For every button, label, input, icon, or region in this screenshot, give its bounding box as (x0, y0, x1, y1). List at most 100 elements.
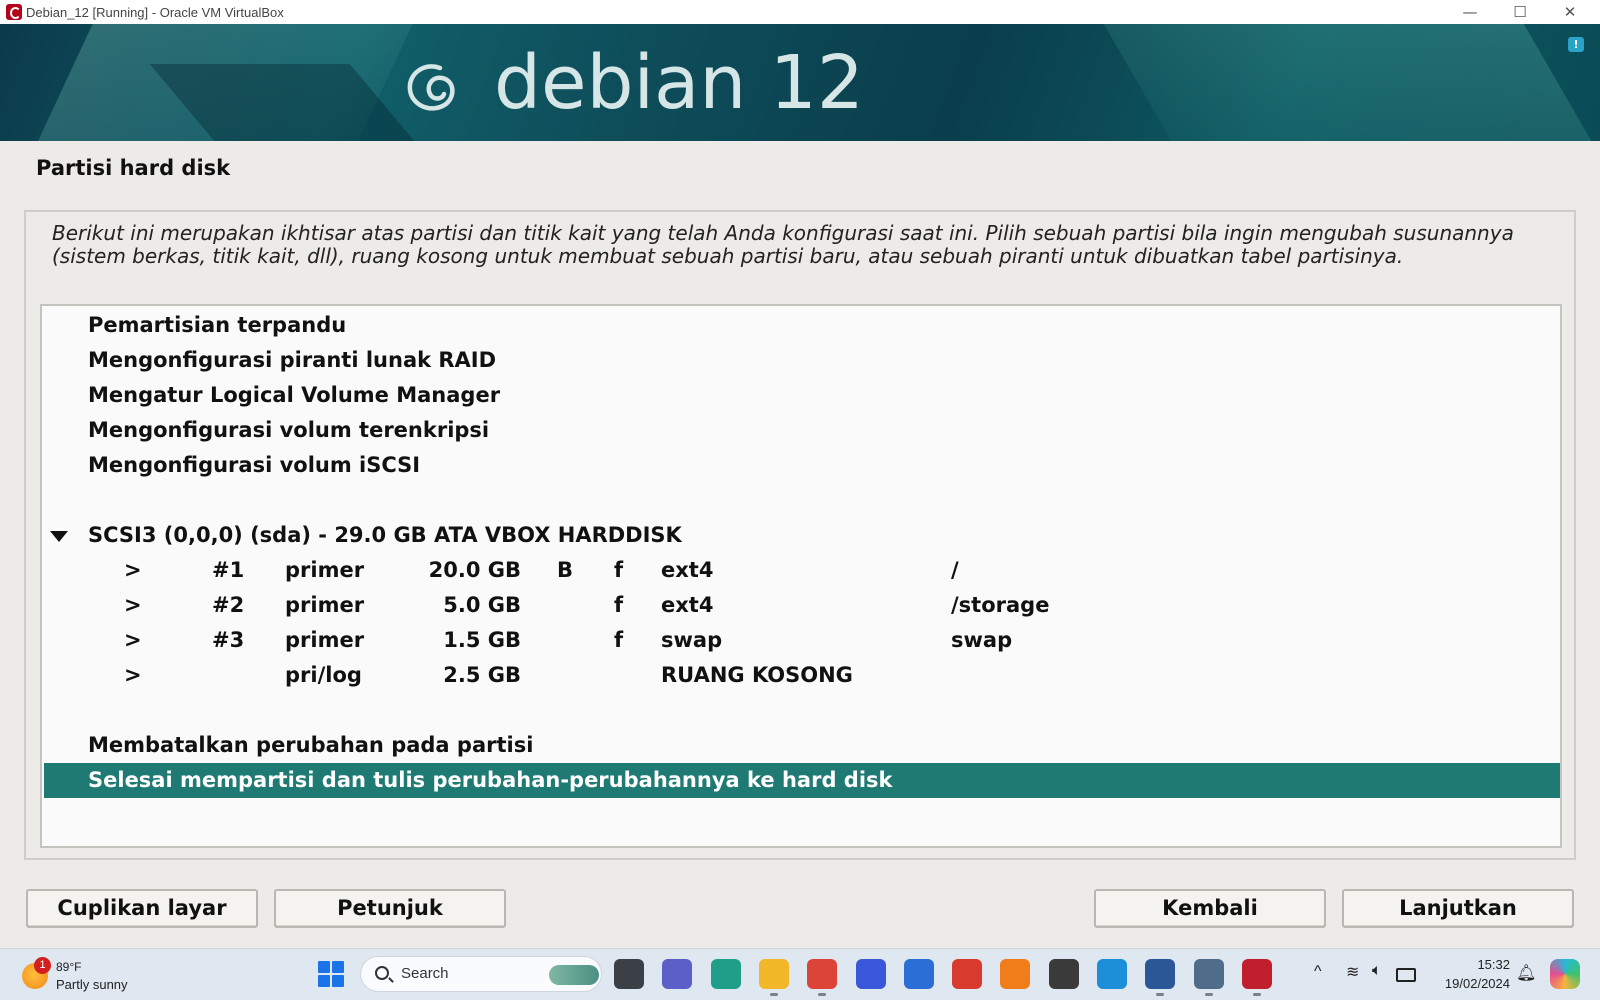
app-orange-icon[interactable] (1000, 959, 1030, 989)
menu-item-label: Mengonfigurasi piranti lunak RAID (88, 348, 497, 372)
partition-format-flag: f (614, 593, 624, 617)
disk-sda-row[interactable]: SCSI3 (0,0,0) (sda) - 29.0 GB ATA VBOX H… (44, 518, 1560, 553)
search-icon (375, 966, 389, 980)
partition-filesystem: ext4 (661, 593, 714, 617)
menu-item-configure-raid[interactable]: Mengonfigurasi piranti lunak RAID (44, 343, 1560, 378)
virtualbox-app-icon (6, 4, 22, 20)
window-titlebar: Debian_12 [Running] - Oracle VM VirtualB… (0, 0, 1600, 24)
help-button[interactable]: Petunjuk (274, 889, 506, 928)
app-m-icon[interactable] (856, 959, 886, 989)
task-view-icon[interactable] (614, 959, 644, 989)
app-green-icon[interactable] (711, 959, 741, 989)
running-indicator (770, 993, 778, 996)
debian-brand: debian 12 (494, 40, 864, 126)
partition-boot-flag: B (557, 558, 574, 582)
partition-type: primer (285, 593, 365, 617)
expand-triangle-icon[interactable] (50, 531, 68, 542)
window-title: Debian_12 [Running] - Oracle VM VirtualB… (26, 4, 284, 20)
show-hidden-icons-button[interactable]: ^ (1314, 963, 1322, 1000)
partition-mountpoint: / (951, 558, 959, 582)
debian-app-icon[interactable] (1242, 959, 1272, 989)
menu-item-configure-iscsi[interactable]: Mengonfigurasi volum iSCSI (44, 448, 1560, 483)
menu-item-configure-lvm[interactable]: Mengatur Logical Volume Manager (44, 378, 1560, 413)
partition-arrow-icon: > (124, 593, 142, 617)
partition-size: 1.5 GB (443, 628, 521, 652)
disk-label: SCSI3 (0,0,0) (sda) - 29.0 GB ATA VBOX H… (88, 523, 682, 547)
page-title: Partisi hard disk (36, 156, 231, 180)
partition-mountpoint: /storage (951, 593, 1050, 617)
running-indicator (1205, 993, 1213, 996)
start-button[interactable] (318, 961, 344, 987)
file-explorer-icon[interactable] (759, 959, 789, 989)
windows-logo-pane (332, 961, 344, 973)
partition-size: 2.5 GB (443, 663, 521, 687)
volume-icon[interactable]: 🔈︎ (1372, 962, 1382, 1000)
partition-size: 20.0 GB (428, 558, 521, 582)
partition-number: #2 (212, 593, 245, 617)
partition-row-1[interactable]: > #1 primer 20.0 GB B f ext4 / (44, 553, 1560, 588)
copilot-icon[interactable] (1550, 959, 1580, 989)
partition-filesystem: ext4 (661, 558, 714, 582)
maximize-button[interactable]: ☐ (1495, 0, 1545, 24)
partition-panel: Berikut ini merupakan ikhtisar atas part… (24, 210, 1576, 860)
partition-row-free-space[interactable]: > pri/log 2.5 GB RUANG KOSONG (44, 658, 1560, 693)
minimize-button[interactable]: — (1445, 0, 1495, 24)
word-icon[interactable] (1145, 959, 1175, 989)
windows-logo-pane (318, 961, 330, 973)
description-text: Berikut ini merupakan ikhtisar atas part… (52, 221, 1514, 268)
debian-swirl-icon (407, 64, 455, 111)
clock-date[interactable]: 19/02/2024 (1436, 976, 1510, 991)
partition-mountpoint: swap (951, 628, 1013, 652)
notification-icon[interactable]: ! (1568, 37, 1584, 52)
partition-type: pri/log (285, 663, 362, 687)
partition-arrow-icon: > (124, 663, 142, 687)
partition-listbox[interactable]: Pemartisian terpandu Mengonfigurasi pira… (40, 304, 1562, 848)
chat-icon[interactable] (662, 959, 692, 989)
partition-number: #3 (212, 628, 245, 652)
clock-time[interactable]: 15:32 (1468, 957, 1510, 972)
wifi-icon[interactable]: ≋ (1346, 962, 1359, 1000)
menu-item-label: Selesai mempartisi dan tulis perubahan-p… (88, 768, 893, 792)
menu-item-configure-encrypted[interactable]: Mengonfigurasi volum terenkripsi (44, 413, 1560, 448)
menu-item-finish-partitioning[interactable]: Selesai mempartisi dan tulis perubahan-p… (44, 763, 1560, 798)
partition-row-3[interactable]: > #3 primer 1.5 GB f swap swap (44, 623, 1560, 658)
menu-item-guided-partitioning[interactable]: Pemartisian terpandu (44, 308, 1560, 343)
menu-item-undo-changes[interactable]: Membatalkan perubahan pada partisi (44, 728, 1560, 763)
weather-widget[interactable]: 1 89°F Partly sunny (20, 957, 140, 995)
search-label: Search (401, 965, 449, 982)
notifications-icon[interactable]: 🔔︎ (1516, 963, 1536, 982)
partition-type: primer (285, 628, 365, 652)
debian-banner: debian 12 ! (0, 24, 1600, 141)
continue-button[interactable]: Lanjutkan (1342, 889, 1574, 928)
app-g-icon[interactable] (1049, 959, 1079, 989)
weather-badge: 1 (34, 957, 51, 974)
partition-arrow-icon: > (124, 558, 142, 582)
weather-temperature: 89°F (56, 960, 82, 974)
battery-icon[interactable] (1396, 968, 1416, 982)
partition-row-2[interactable]: > #2 primer 5.0 GB f ext4 /storage (44, 588, 1560, 623)
partition-filesystem: swap (661, 628, 723, 652)
taskbar-search[interactable]: Search (360, 956, 602, 992)
partition-number: #1 (212, 558, 245, 582)
menu-item-label: Pemartisian terpandu (88, 313, 347, 337)
partition-format-flag: f (614, 558, 624, 582)
back-button[interactable]: Kembali (1094, 889, 1326, 928)
partition-size: 5.0 GB (443, 593, 521, 617)
windows-logo-pane (318, 975, 330, 987)
virtualbox-icon[interactable] (1194, 959, 1224, 989)
edge-icon[interactable] (1097, 959, 1127, 989)
store-icon[interactable] (904, 959, 934, 989)
app-red-icon[interactable] (952, 959, 982, 989)
close-button[interactable]: ✕ (1545, 0, 1595, 24)
menu-item-label: Mengonfigurasi volum terenkripsi (88, 418, 490, 442)
menu-item-label: Mengonfigurasi volum iSCSI (88, 453, 421, 477)
search-highlight-icon (549, 965, 599, 985)
menu-item-label: Mengatur Logical Volume Manager (88, 383, 501, 407)
screenshot-button[interactable]: Cuplikan layar (26, 889, 258, 928)
partition-filesystem: RUANG KOSONG (661, 663, 853, 687)
running-indicator (1253, 993, 1261, 996)
taskbar: 1 89°F Partly sunny Search ^ ≋ 🔈︎ 15:32 … (0, 948, 1600, 1000)
windows-logo-pane (332, 975, 344, 987)
partition-arrow-icon: > (124, 628, 142, 652)
chrome-icon[interactable] (807, 959, 837, 989)
